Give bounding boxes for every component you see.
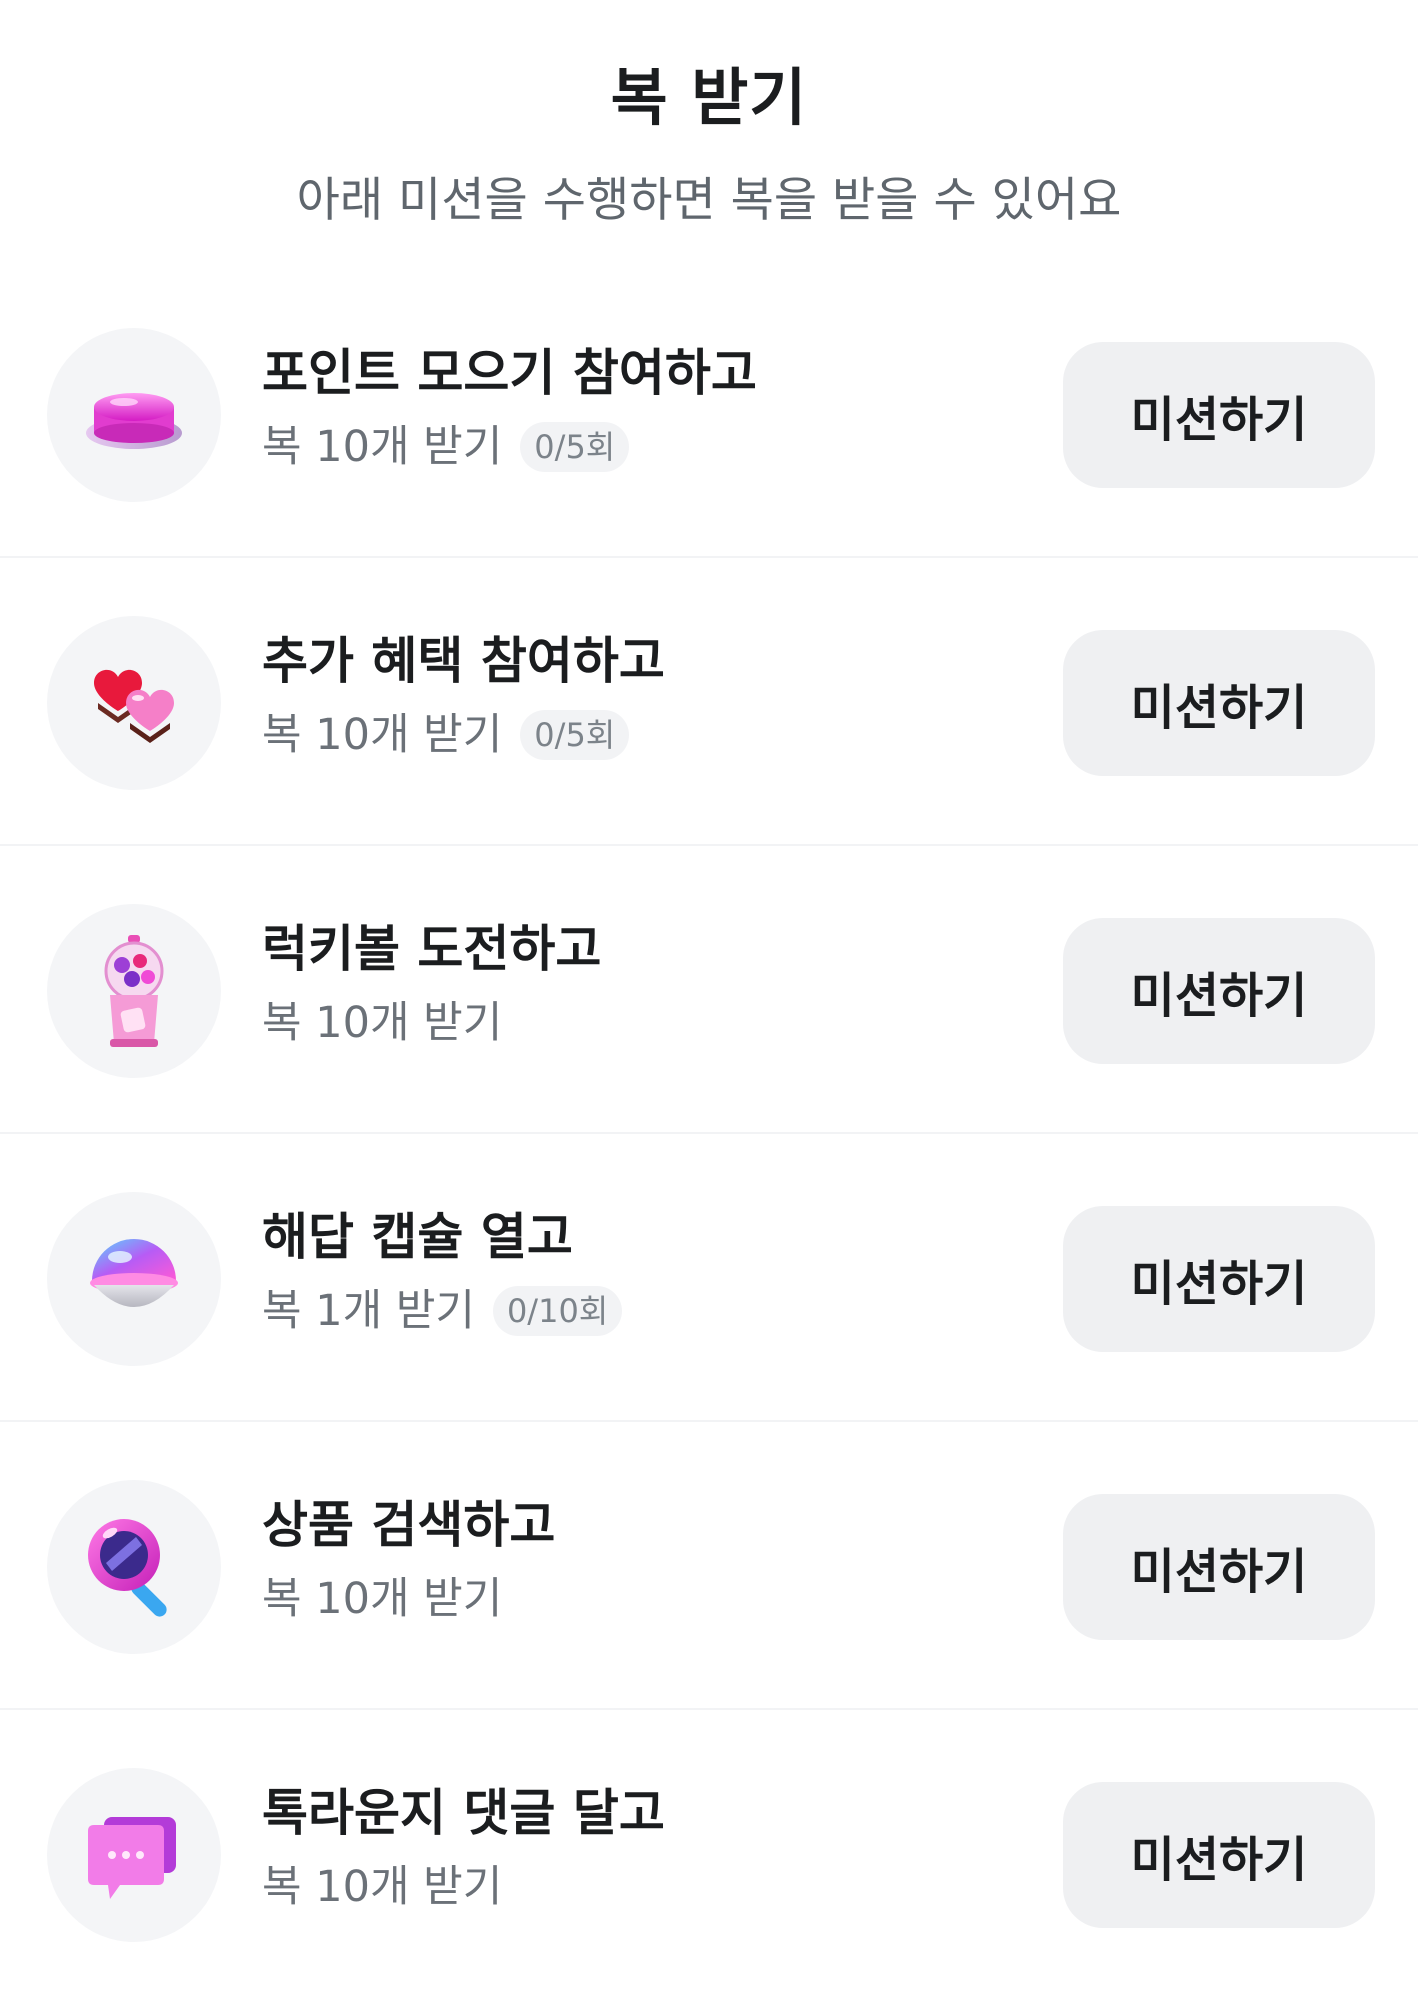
reward-text: 복 1개 받기 bbox=[262, 1286, 475, 1336]
mission-button[interactable]: 미션하기 bbox=[1063, 342, 1375, 488]
mission-button[interactable]: 미션하기 bbox=[1063, 1782, 1375, 1928]
reward-text: 복 10개 받기 bbox=[262, 998, 503, 1048]
count-badge: 0/5회 bbox=[520, 710, 630, 760]
mission-row-points: 포인트 모으기 참여하고 복 10개 받기 0/5회 미션하기 bbox=[0, 270, 1418, 558]
magnifier-icon bbox=[47, 1480, 221, 1654]
mission-row-answer-capsule: 해답 캡슐 열고 복 1개 받기 0/10회 미션하기 bbox=[0, 1134, 1418, 1422]
count-badge: 0/10회 bbox=[492, 1286, 623, 1336]
mission-subline: 복 10개 받기 bbox=[262, 1852, 665, 1922]
mission-text: 포인트 모으기 참여하고 복 10개 받기 0/5회 bbox=[262, 338, 757, 482]
mission-title: 럭키볼 도전하고 bbox=[262, 920, 602, 978]
mission-subline: 복 10개 받기 0/5회 bbox=[262, 412, 757, 482]
reward-text: 복 10개 받기 bbox=[262, 1862, 503, 1912]
pink-button-icon bbox=[47, 328, 221, 502]
mission-row-talk-lounge: 톡라운지 댓글 달고 복 10개 받기 미션하기 bbox=[0, 1710, 1418, 1998]
mission-button[interactable]: 미션하기 bbox=[1063, 1206, 1375, 1352]
header: 복 받기 아래 미션을 수행하면 복을 받을 수 있어요 bbox=[0, 0, 1418, 280]
mission-title: 톡라운지 댓글 달고 bbox=[262, 1784, 665, 1842]
mission-title: 해답 캡슐 열고 bbox=[262, 1208, 573, 1266]
mission-text: 럭키볼 도전하고 복 10개 받기 bbox=[262, 914, 601, 1058]
chat-bubble-icon bbox=[47, 1768, 221, 1942]
reward-text: 복 10개 받기 bbox=[262, 710, 503, 760]
mission-subline: 복 10개 받기 bbox=[262, 1564, 555, 1634]
count-badge: 0/5회 bbox=[520, 422, 630, 472]
mission-row-extra-benefit: 추가 혜택 참여하고 복 10개 받기 0/5회 미션하기 bbox=[0, 558, 1418, 846]
mission-row-product-search: 상품 검색하고 복 10개 받기 미션하기 bbox=[0, 1422, 1418, 1710]
mission-button[interactable]: 미션하기 bbox=[1063, 1494, 1375, 1640]
page-subtitle: 아래 미션을 수행하면 복을 받을 수 있어요 bbox=[296, 173, 1122, 228]
mission-subline: 복 10개 받기 bbox=[262, 988, 601, 1058]
mission-row-luckyball: 럭키볼 도전하고 복 10개 받기 미션하기 bbox=[0, 846, 1418, 1134]
mission-text: 해답 캡슐 열고 복 1개 받기 0/10회 bbox=[262, 1202, 623, 1346]
hearts-icon bbox=[47, 616, 221, 790]
mission-text: 톡라운지 댓글 달고 복 10개 받기 bbox=[262, 1778, 665, 1922]
mission-button[interactable]: 미션하기 bbox=[1063, 918, 1375, 1064]
mission-button[interactable]: 미션하기 bbox=[1063, 630, 1375, 776]
mission-text: 상품 검색하고 복 10개 받기 bbox=[262, 1490, 555, 1634]
mission-text: 추가 혜택 참여하고 복 10개 받기 0/5회 bbox=[262, 626, 665, 770]
page-title: 복 받기 bbox=[610, 61, 808, 134]
mission-title: 추가 혜택 참여하고 bbox=[262, 632, 665, 690]
reward-text: 복 10개 받기 bbox=[262, 422, 503, 472]
reward-text: 복 10개 받기 bbox=[262, 1574, 503, 1624]
gumball-machine-icon bbox=[47, 904, 221, 1078]
mission-title: 포인트 모으기 참여하고 bbox=[262, 344, 757, 402]
capsule-icon bbox=[47, 1192, 221, 1366]
mission-subline: 복 1개 받기 0/10회 bbox=[262, 1276, 623, 1346]
mission-subline: 복 10개 받기 0/5회 bbox=[262, 700, 665, 770]
mission-list: 포인트 모으기 참여하고 복 10개 받기 0/5회 미션하기 추가 혜택 참여… bbox=[0, 270, 1418, 1998]
mission-title: 상품 검색하고 bbox=[262, 1496, 556, 1554]
